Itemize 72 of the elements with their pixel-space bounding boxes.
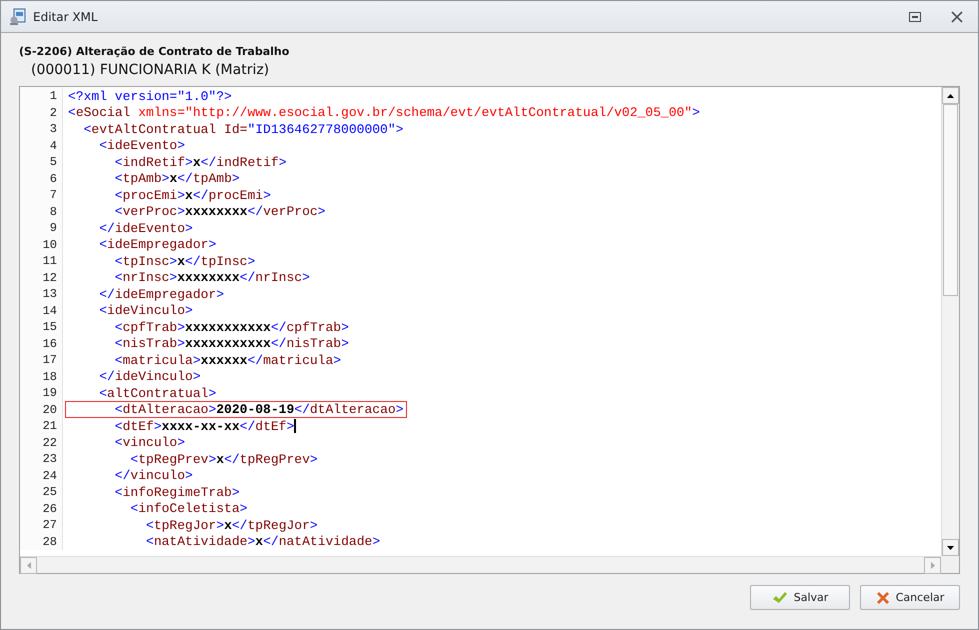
line-number: 15 [20,319,63,336]
code-line[interactable]: <evtAltContratual Id="ID136462778000000"> [65,120,406,138]
close-icon [951,10,963,22]
line-number: 26 [20,500,63,517]
save-button[interactable]: Salvar [750,585,850,610]
line-number: 12 [20,270,63,286]
code-line[interactable]: <ideEvento> [65,137,188,154]
line-number: 22 [20,434,63,451]
line-number: 8 [20,204,63,220]
code-line[interactable]: <cpfTrab>xxxxxxxxxxx</cpfTrab> [65,318,352,336]
code-line[interactable]: <vinculo> [65,434,188,452]
line-number: 24 [20,468,63,484]
up-arrow-icon [947,94,954,98]
line-number: 14 [20,302,63,319]
employee-name: (000011) FUNCIONARIA K (Matriz) [31,62,270,78]
code-line[interactable]: </vinculo> [65,467,196,484]
restore-icon [909,12,921,22]
code-line[interactable]: <eSocial xmlns="http://www.esocial.gov.br/schema/evt/evtAltContratual/v02_05_00"> [65,104,703,122]
code-line[interactable]: <tpRegJor>x</tpRegJor> [65,516,321,534]
line-number: 10 [20,236,63,253]
code-line[interactable]: <ideVinculo> [65,302,196,320]
line-number: 28 [20,534,63,550]
code-line[interactable]: <verProc>xxxxxxxx</verProc> [65,203,328,220]
line-number: 7 [20,187,63,204]
code-line[interactable]: <tpInsc>x</tpInsc> [65,252,258,270]
code-line[interactable]: <matricula>xxxxxx</matricula> [65,352,344,369]
code-line[interactable]: <infoRegimeTrab> [65,484,243,501]
x-icon [876,590,890,604]
code-line[interactable]: </ideEvento> [65,220,196,237]
vertical-scrollbar[interactable] [941,87,959,556]
code-line[interactable]: <dtEf>xxxx-xx-xx</dtEf> [65,418,300,435]
code-line[interactable]: <nrInsc>xxxxxxxx</nrInsc> [65,269,313,286]
line-number: 2 [20,104,63,121]
right-arrow-icon [930,562,934,569]
code-line[interactable]: <tpRegPrev>x</tpRegPrev> [65,450,321,468]
line-number: 4 [20,138,63,154]
window-title: Editar XML [33,10,99,24]
line-number: 21 [20,418,63,434]
left-arrow-icon [26,562,30,569]
code-line[interactable]: </ideVinculo> [65,368,204,386]
horizontal-scrollbar[interactable] [20,556,941,573]
line-number: 6 [20,170,63,187]
code-line[interactable]: <tpAmb>x</tpAmb> [65,170,243,188]
code-line[interactable]: <infoCeletista> [65,500,250,518]
line-number: 13 [20,286,63,302]
line-number: 3 [20,121,63,138]
line-number: 17 [20,352,63,368]
line-number: 25 [20,484,63,500]
line-number: 23 [20,451,63,468]
code-line[interactable]: <indRetif>x</indRetif> [65,154,290,171]
code-line[interactable]: <natAtividade>x</natAtividade> [65,533,384,550]
scrollbar-corner [941,556,959,573]
code-line[interactable]: <procEmi>x</procEmi> [65,186,274,204]
line-number: 27 [20,517,63,534]
line-number: 5 [20,154,63,170]
code-line[interactable]: </ideEmpregador> [65,286,228,303]
check-icon [772,590,788,604]
line-number: 11 [20,253,63,270]
line-number: 9 [20,220,63,236]
line-number: 19 [20,385,63,402]
cancel-button[interactable]: Cancelar [860,585,960,610]
line-number: 18 [20,368,63,385]
code-line[interactable]: <ideEmpregador> [65,236,220,254]
code-line[interactable]: <altContratual> [65,384,220,402]
event-title: (S-2206) Alteração de Contrato de Trabalho [19,45,290,58]
document-icon [9,8,27,26]
code-line[interactable]: <nisTrab>xxxxxxxxxxx</nisTrab> [65,335,352,352]
code-line[interactable]: <?xml version="1.0"?> [65,88,235,105]
line-number: 20 [20,402,63,418]
line-number: 16 [20,336,63,352]
line-number: 1 [20,88,63,104]
down-arrow-icon [947,546,954,550]
